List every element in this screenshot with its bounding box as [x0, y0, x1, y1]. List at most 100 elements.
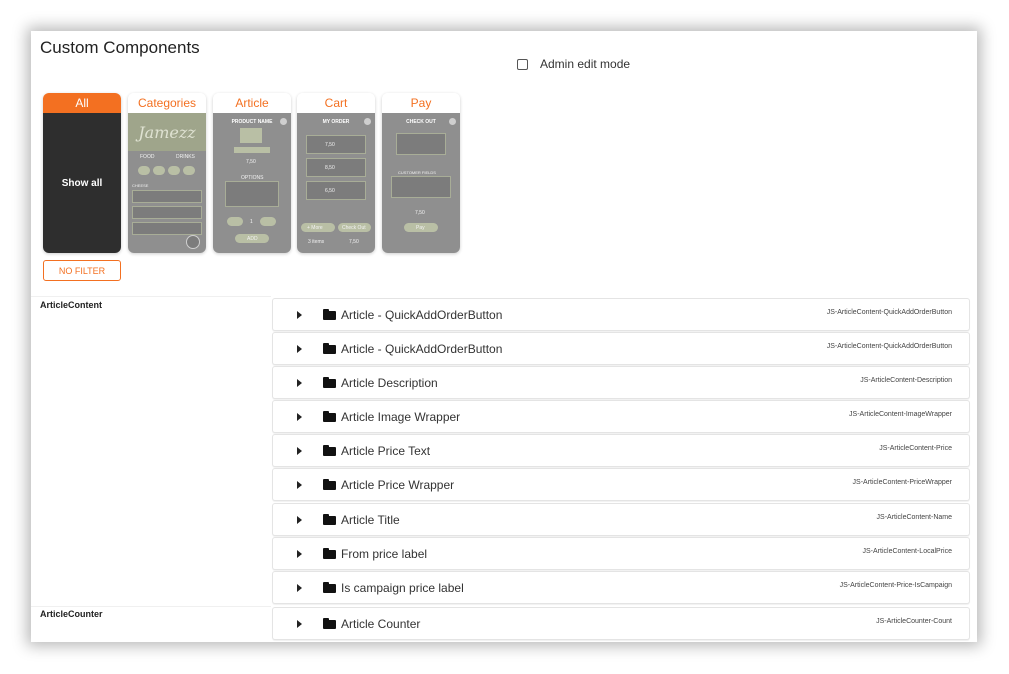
component-name: Article Image Wrapper	[341, 410, 461, 424]
folder-icon	[323, 618, 336, 629]
filter-card-categories[interactable]: Categories Jamezz FOOD DRINKS CHEESE	[128, 93, 206, 253]
preview-item-price: 7,50	[325, 142, 335, 148]
categories-preview-image: Jamezz FOOD DRINKS CHEESE	[128, 113, 206, 253]
admin-edit-mode-label: Admin edit mode	[540, 57, 631, 71]
preview-fab-icon	[186, 235, 200, 249]
preview-chip	[138, 166, 150, 175]
preview-cart-item	[306, 158, 366, 177]
component-id: JS-ArticleContent-Price	[879, 445, 952, 452]
folder-icon	[323, 411, 336, 422]
filter-card-label: Cart	[297, 93, 375, 113]
component-name: Article Title	[341, 513, 400, 527]
folder-icon	[323, 582, 336, 593]
component-id: JS-ArticleContent-QuickAddOrderButton	[826, 309, 952, 316]
preview-cart-item	[306, 181, 366, 200]
component-id: JS-ArticleCounter-Count	[876, 618, 952, 625]
component-name: Article - QuickAddOrderButton	[341, 308, 503, 322]
component-id: JS-ArticleContent-Price-IsCampaign	[839, 582, 952, 589]
pay-preview-image: CHECK OUT CUSTOMER FIELDS 7,50 Pay	[382, 113, 460, 253]
component-row[interactable]: Article Price Wrapper JS-ArticleContent-…	[272, 468, 970, 501]
preview-list-item	[132, 190, 202, 203]
preview-quantity: 1	[250, 219, 253, 225]
group-label-articlecounter: ArticleCounter	[40, 609, 103, 619]
folder-icon	[323, 445, 336, 456]
filter-card-cart[interactable]: Cart MY ORDER 7,50 8,50 6,50 + More Chec…	[297, 93, 375, 253]
component-row[interactable]: Article Description JS-ArticleContent-De…	[272, 366, 970, 399]
preview-pay-label: Pay	[416, 225, 425, 231]
caret-right-icon[interactable]	[297, 311, 302, 319]
filter-card-label: Categories	[128, 93, 206, 113]
preview-item-price: 6,50	[325, 188, 335, 194]
preview-cart-item	[306, 135, 366, 154]
folder-icon	[323, 514, 336, 525]
component-name: Article Counter	[341, 617, 421, 631]
caret-right-icon[interactable]	[297, 345, 302, 353]
show-all-label: Show all	[61, 177, 103, 189]
component-row[interactable]: Article Price Text JS-ArticleContent-Pri…	[272, 434, 970, 467]
preview-minus-button	[227, 217, 243, 226]
component-row[interactable]: Article Counter JS-ArticleCounter-Count	[272, 607, 970, 640]
preview-list-item	[132, 206, 202, 219]
preview-close-icon	[364, 118, 371, 125]
preview-payment-methods	[396, 133, 446, 155]
cart-preview-image: MY ORDER 7,50 8,50 6,50 + More Check Out…	[297, 113, 375, 253]
preview-close-icon	[280, 118, 287, 125]
preview-total: 7,50	[349, 239, 359, 245]
preview-product-image	[240, 128, 262, 143]
component-id: JS-ArticleContent-LocalPrice	[862, 548, 952, 555]
caret-right-icon[interactable]	[297, 481, 302, 489]
component-name: Article Price Text	[341, 444, 431, 458]
preview-item-price: 8,50	[325, 165, 335, 171]
caret-right-icon[interactable]	[297, 447, 302, 455]
preview-chip	[183, 166, 195, 175]
folder-icon	[323, 479, 336, 490]
admin-edit-mode-toggle[interactable]: Admin edit mode	[517, 57, 630, 71]
preview-section-label: CUSTOMER FIELDS	[398, 170, 436, 175]
component-name: From price label	[341, 547, 428, 561]
preview-customer-fields	[391, 176, 451, 198]
filter-card-article[interactable]: Article PRODUCT NAME 7,50 OPTIONS 1 ADD	[213, 93, 291, 253]
preview-tab-drinks: DRINKS	[176, 154, 195, 160]
preview-options-grid	[225, 181, 279, 207]
filter-card-all[interactable]: All Show all	[43, 93, 121, 253]
folder-icon	[323, 309, 336, 320]
caret-right-icon[interactable]	[297, 550, 302, 558]
page-title: Custom Components	[40, 38, 200, 57]
group-divider	[31, 606, 271, 607]
preview-close-icon	[449, 118, 456, 125]
preview-brand-logo: Jamezz	[138, 123, 196, 142]
group-label-articlecontent: ArticleContent	[40, 300, 103, 310]
preview-tab-food: FOOD	[140, 154, 155, 160]
group-divider	[31, 296, 271, 297]
component-name: Article Price Wrapper	[341, 478, 455, 492]
filter-card-preview: Show all	[43, 113, 121, 253]
preview-list-item	[132, 222, 202, 235]
filter-card-pay[interactable]: Pay CHECK OUT CUSTOMER FIELDS 7,50 Pay	[382, 93, 460, 253]
caret-right-icon[interactable]	[297, 413, 302, 421]
folder-icon	[323, 548, 336, 559]
component-row[interactable]: Article - QuickAddOrderButton JS-Article…	[272, 298, 970, 331]
component-name: Article Description	[341, 376, 438, 390]
caret-right-icon[interactable]	[297, 584, 302, 592]
preview-chip	[168, 166, 180, 175]
component-row[interactable]: From price label JS-ArticleContent-Local…	[272, 537, 970, 570]
component-id: JS-ArticleContent-QuickAddOrderButton	[826, 343, 952, 350]
preview-checkout-label: Check Out	[342, 225, 366, 231]
caret-right-icon[interactable]	[297, 620, 302, 628]
preview-add-label: ADD	[247, 236, 258, 242]
component-row[interactable]: Article Title JS-ArticleContent-Name	[272, 503, 970, 536]
no-filter-button[interactable]: NO FILTER	[43, 260, 121, 281]
filter-card-label: Article	[213, 93, 291, 113]
preview-description	[234, 147, 270, 153]
folder-icon	[323, 377, 336, 388]
component-name: Is campaign price label	[341, 581, 464, 595]
component-row[interactable]: Is campaign price label JS-ArticleConten…	[272, 571, 970, 604]
caret-right-icon[interactable]	[297, 379, 302, 387]
admin-edit-mode-checkbox[interactable]	[517, 58, 528, 70]
caret-right-icon[interactable]	[297, 516, 302, 524]
component-id: JS-ArticleContent-ImageWrapper	[849, 411, 952, 418]
preview-total: 7,50	[415, 210, 425, 216]
component-id: JS-ArticleContent-PriceWrapper	[852, 479, 952, 486]
component-row[interactable]: Article - QuickAddOrderButton JS-Article…	[272, 332, 970, 365]
component-row[interactable]: Article Image Wrapper JS-ArticleContent-…	[272, 400, 970, 433]
